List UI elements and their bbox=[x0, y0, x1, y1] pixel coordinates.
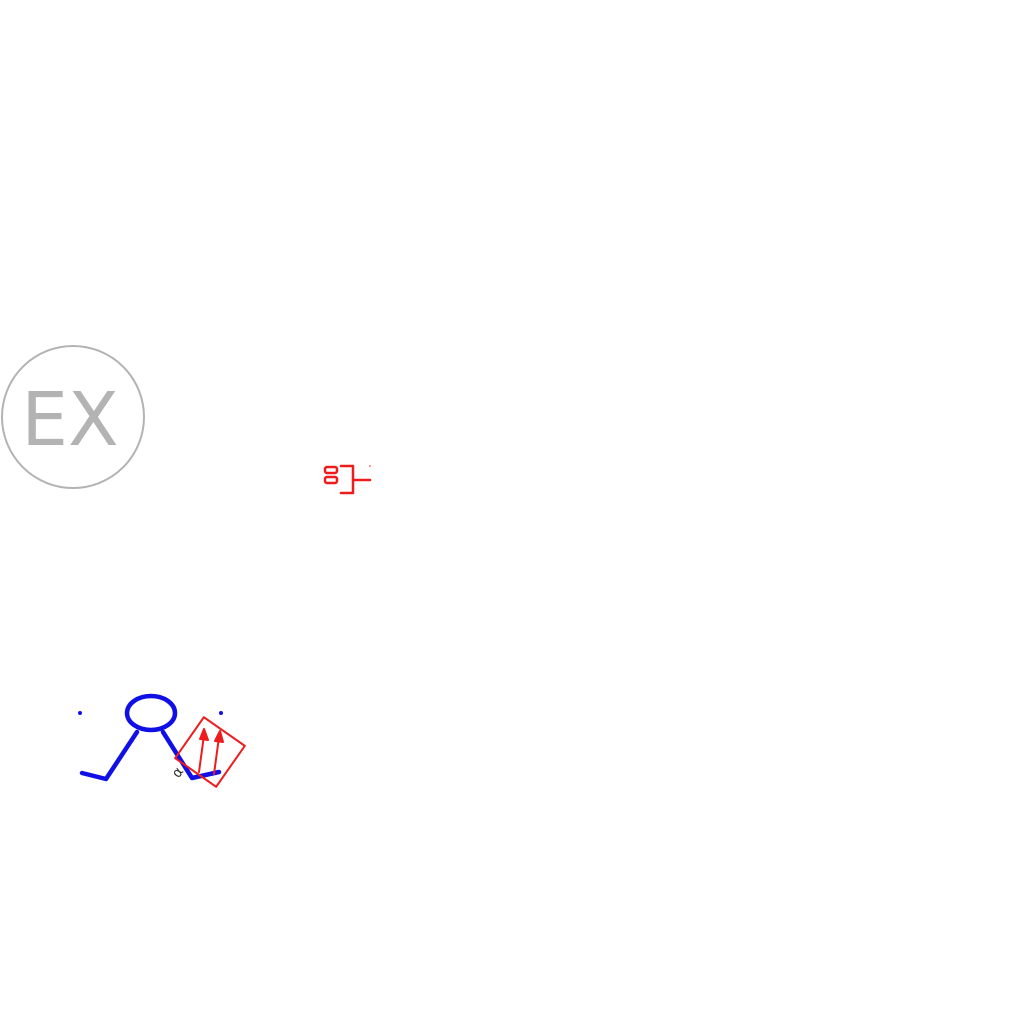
red-arrow-right-shaft bbox=[213, 736, 220, 775]
red-glyph-bracket bbox=[339, 464, 372, 495]
red-glyph-box-top bbox=[323, 465, 339, 475]
stick-figure-right-dot bbox=[219, 711, 223, 715]
red-arrow-left-shaft bbox=[198, 734, 205, 773]
stick-figure-left-leg bbox=[79, 729, 140, 782]
red-arrow-right-head bbox=[214, 730, 224, 743]
red-glyph-box-bottom bbox=[323, 475, 339, 485]
ex-badge: EX bbox=[1, 345, 145, 489]
ex-badge-text: EX bbox=[21, 377, 118, 463]
red-diamond-arrows-icon bbox=[174, 716, 246, 788]
diagram-canvas: EX α bbox=[1, 345, 372, 788]
stick-figure-head bbox=[124, 693, 178, 733]
stick-figure-left-dot bbox=[78, 711, 82, 715]
red-bracket-glyph bbox=[323, 464, 372, 495]
red-arrow-left-head bbox=[199, 728, 209, 741]
red-diamond-box bbox=[174, 716, 246, 788]
red-glyph-dot bbox=[369, 465, 371, 467]
